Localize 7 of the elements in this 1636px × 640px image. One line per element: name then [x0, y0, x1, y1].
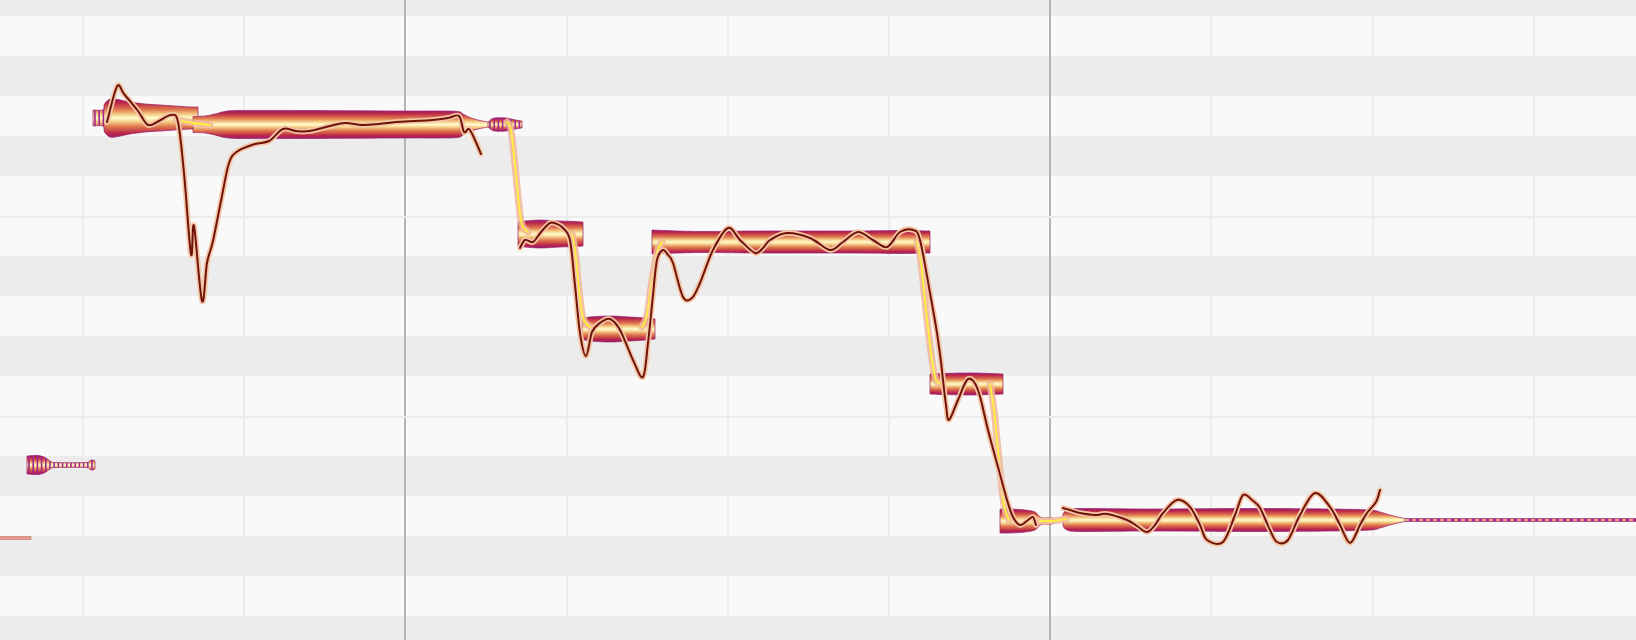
pitch-transition-line [1036, 515, 1070, 525]
striped-note-blob[interactable] [26, 455, 96, 475]
note-blob[interactable] [999, 508, 1055, 534]
pitch-transition-line [172, 116, 214, 129]
note-blob[interactable] [92, 98, 199, 138]
striped-note-blob[interactable] [487, 117, 523, 132]
note-blob[interactable] [1062, 508, 1636, 532]
